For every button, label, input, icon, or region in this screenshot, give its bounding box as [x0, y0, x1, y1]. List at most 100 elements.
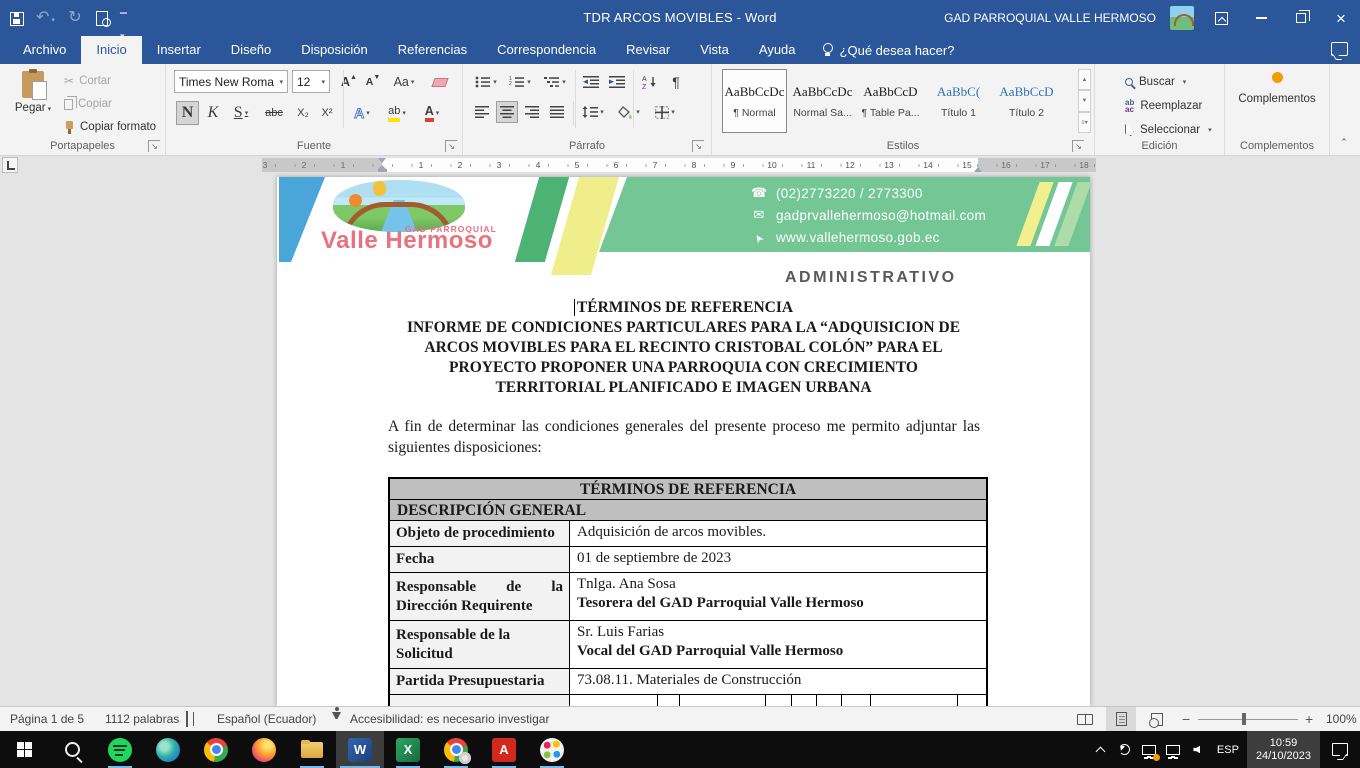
- action-center-icon[interactable]: [1332, 743, 1348, 756]
- line-spacing-button[interactable]: ▾: [577, 101, 609, 123]
- comments-icon[interactable]: [1331, 42, 1348, 56]
- font-dialog-launcher[interactable]: ↘: [445, 140, 457, 152]
- tab-referencias[interactable]: Referencias: [383, 36, 482, 64]
- underline-button[interactable]: S▾: [226, 101, 256, 125]
- sync-tray-icon[interactable]: [1113, 731, 1137, 768]
- grow-font-button[interactable]: A: [338, 71, 360, 93]
- font-color-button[interactable]: A▾: [417, 101, 447, 125]
- edge-app[interactable]: [144, 731, 192, 768]
- accessibility-status[interactable]: Accesibilidad: es necesario investigar: [350, 707, 549, 731]
- zoom-out-button[interactable]: −: [1182, 707, 1190, 731]
- sort-button[interactable]: AZ: [637, 71, 663, 93]
- network-tray-icon[interactable]: [1161, 731, 1185, 768]
- tab-diseno[interactable]: Diseño: [216, 36, 286, 64]
- strikethrough-button[interactable]: abc: [260, 101, 288, 125]
- justify-button[interactable]: [546, 101, 568, 123]
- firefox-app[interactable]: [240, 731, 288, 768]
- hidden-icons-chevron[interactable]: [1089, 731, 1113, 768]
- document-page[interactable]: Valle Hermoso GAD PARROQUIAL (02)2773220…: [277, 177, 1090, 706]
- tab-stop-selector[interactable]: [2, 157, 18, 173]
- style-card[interactable]: AaBbCcDc Normal Sa...: [790, 69, 855, 133]
- tab-ayuda[interactable]: Ayuda: [744, 36, 811, 64]
- styles-scroll-up[interactable]: ▲: [1078, 69, 1091, 90]
- chrome-app[interactable]: [192, 731, 240, 768]
- text-effects-button[interactable]: A▾: [347, 101, 377, 125]
- superscript-button[interactable]: X²: [316, 101, 338, 125]
- align-left-button[interactable]: [471, 101, 493, 123]
- word-app[interactable]: [336, 731, 384, 768]
- proofing-icon[interactable]: [186, 707, 188, 731]
- paint3d-app[interactable]: [528, 731, 576, 768]
- tab-inicio[interactable]: Inicio: [81, 36, 141, 64]
- decrease-indent-button[interactable]: [579, 71, 603, 93]
- highlight-color-button[interactable]: ab▾: [381, 101, 413, 125]
- paragraph-dialog-launcher[interactable]: ↘: [692, 140, 704, 152]
- cut-button[interactable]: ✂ Cortar: [64, 70, 111, 92]
- subscript-button[interactable]: X₂: [292, 101, 314, 125]
- bold-button[interactable]: N: [176, 101, 199, 125]
- tab-disposicion[interactable]: Disposición: [286, 36, 382, 64]
- shading-button[interactable]: ▾: [613, 101, 645, 123]
- tell-me-box[interactable]: ¿Qué desea hacer?: [811, 36, 967, 64]
- align-right-button[interactable]: [521, 101, 543, 123]
- file-explorer-app[interactable]: [288, 731, 336, 768]
- styles-dialog-launcher[interactable]: ↘: [1072, 140, 1084, 152]
- read-mode-button[interactable]: [1070, 707, 1100, 731]
- style-card[interactable]: AaBbCcD Título 2: [994, 69, 1059, 133]
- account-avatar[interactable]: [1170, 6, 1194, 30]
- select-button[interactable]: Seleccionar▾: [1125, 119, 1212, 141]
- shrink-font-button[interactable]: A: [362, 71, 384, 93]
- minimize-button[interactable]: [1248, 5, 1274, 31]
- horizontal-ruler[interactable]: 123123456789101112131415161718: [262, 158, 1096, 172]
- multilevel-list-button[interactable]: ▾: [539, 71, 571, 93]
- keyboard-language[interactable]: ESP: [1209, 744, 1247, 756]
- zoom-in-button[interactable]: +: [1305, 707, 1313, 731]
- tab-revisar[interactable]: Revisar: [611, 36, 685, 64]
- styles-gallery-expand[interactable]: ≡▾: [1078, 112, 1091, 133]
- font-size-combo[interactable]: 12▾: [292, 70, 330, 93]
- style-card[interactable]: AaBbCcDc ¶ Normal: [722, 69, 787, 133]
- borders-button[interactable]: ▾: [649, 101, 681, 123]
- italic-button[interactable]: K: [203, 101, 223, 125]
- find-button[interactable]: Buscar▾: [1125, 71, 1186, 93]
- numbered-list-button[interactable]: 12▾: [505, 71, 535, 93]
- volume-tray-icon[interactable]: [1185, 731, 1209, 768]
- zoom-slider[interactable]: [1198, 719, 1298, 720]
- tab-insertar[interactable]: Insertar: [142, 36, 216, 64]
- left-indent-marker[interactable]: [378, 169, 387, 172]
- format-painter-button[interactable]: Copiar formato: [64, 116, 156, 138]
- clear-formatting-button[interactable]: [428, 71, 452, 93]
- acrobat-app[interactable]: [480, 731, 528, 768]
- excel-app[interactable]: [384, 731, 432, 768]
- tab-archivo[interactable]: Archivo: [8, 36, 81, 64]
- first-line-indent-marker[interactable]: [378, 158, 386, 163]
- close-button[interactable]: ×: [1328, 5, 1354, 31]
- web-layout-button[interactable]: [1142, 707, 1172, 731]
- print-layout-button[interactable]: [1106, 707, 1136, 731]
- addins-button[interactable]: Complementos: [1225, 72, 1329, 105]
- tab-correspondencia[interactable]: Correspondencia: [482, 36, 611, 64]
- search-button[interactable]: [48, 731, 96, 768]
- spotify-app[interactable]: [96, 731, 144, 768]
- clipboard-dialog-launcher[interactable]: ↘: [148, 140, 160, 152]
- font-name-combo[interactable]: Times New Roma▾: [174, 70, 288, 93]
- bullet-list-button[interactable]: ▾: [471, 71, 501, 93]
- language-indicator[interactable]: Español (Ecuador): [217, 707, 316, 731]
- paste-button[interactable]: Pegar▾: [8, 68, 58, 140]
- styles-scroll-down[interactable]: ▼: [1078, 90, 1091, 111]
- tab-vista[interactable]: Vista: [685, 36, 744, 64]
- style-card[interactable]: AaBbCcD ¶ Table Pa...: [858, 69, 923, 133]
- chrome-meet-app[interactable]: [432, 731, 480, 768]
- zoom-slider-thumb[interactable]: [1242, 713, 1246, 725]
- clock[interactable]: 10:59 24/10/2023: [1247, 731, 1320, 768]
- word-count[interactable]: 1112 palabras: [105, 707, 179, 731]
- replace-button[interactable]: abac Reemplazar: [1125, 95, 1202, 117]
- ribbon-display-options-button[interactable]: [1208, 5, 1234, 31]
- show-marks-button[interactable]: ¶: [665, 71, 687, 93]
- collapse-ribbon-button[interactable]: ⌃: [1336, 137, 1352, 151]
- start-button[interactable]: [0, 731, 48, 768]
- account-name[interactable]: GAD PARROQUIAL VALLE HERMOSO: [944, 11, 1156, 25]
- page-indicator[interactable]: Página 1 de 5: [10, 707, 84, 731]
- screen-share-tray-icon[interactable]: [1137, 731, 1161, 768]
- zoom-level[interactable]: 100%: [1326, 707, 1357, 731]
